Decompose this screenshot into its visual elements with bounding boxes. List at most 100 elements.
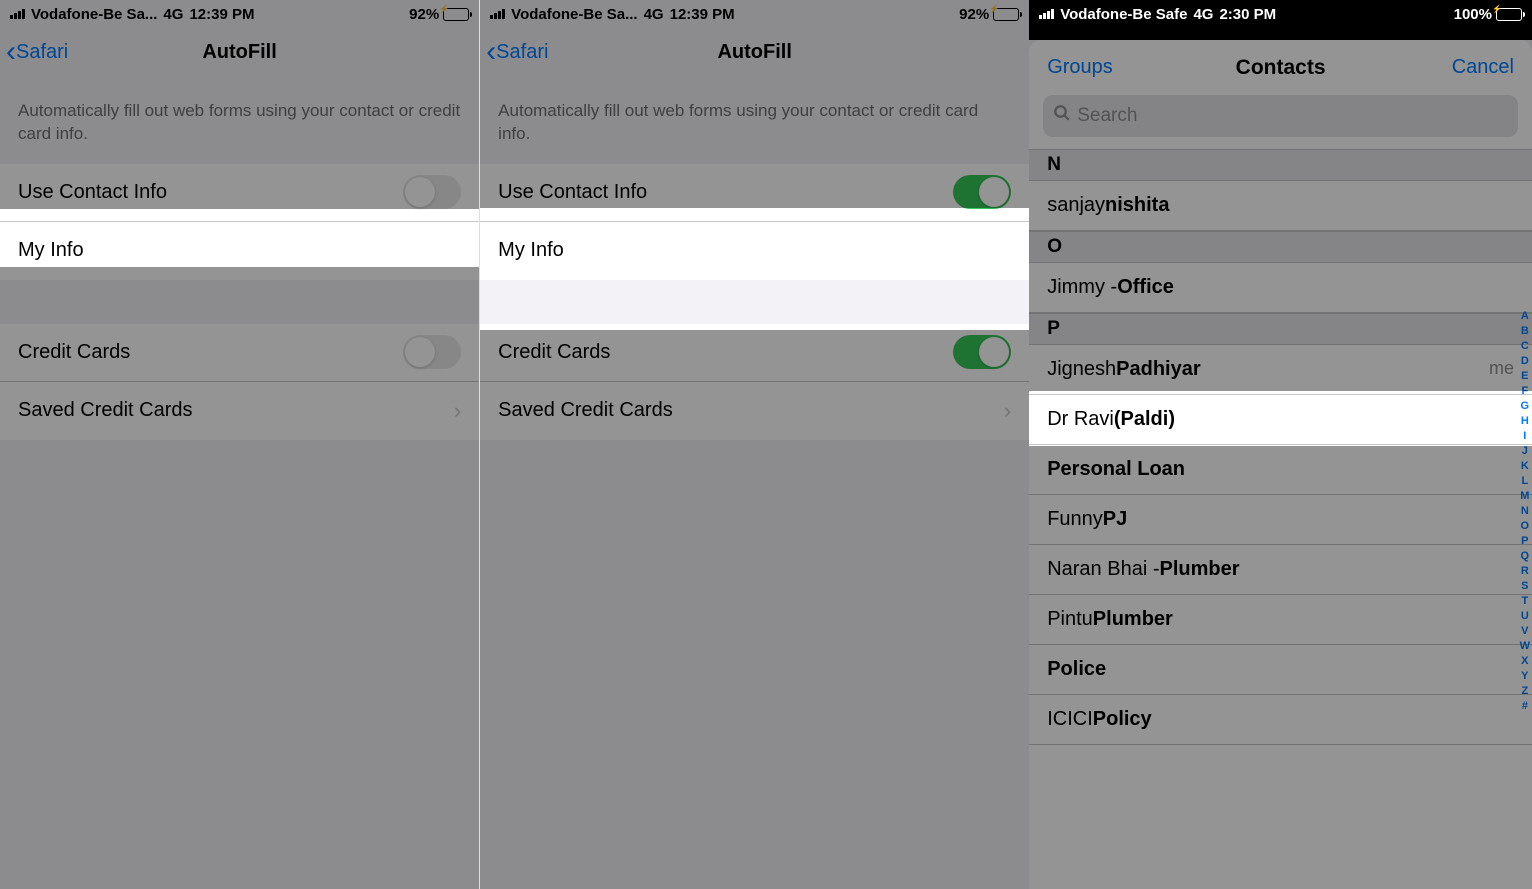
battery-icon: ⚡ [993, 8, 1019, 21]
chevron-left-icon: ‹ [6, 35, 16, 69]
index-letter[interactable]: X [1520, 655, 1530, 667]
index-letter[interactable]: A [1520, 310, 1530, 322]
time: 2:30 PM [1219, 6, 1276, 23]
row-label: Saved Credit Cards [498, 399, 1004, 422]
index-letter[interactable]: C [1520, 340, 1530, 352]
screen-autofill-on: Vodafone-Be Sa... 4G 12:39 PM 92% ⚡ ‹ Sa… [480, 0, 1029, 889]
me-badge: me [1489, 358, 1514, 381]
contact-row[interactable]: Jignesh Padhiyarme [1029, 345, 1532, 395]
index-letter[interactable]: P [1520, 535, 1530, 547]
row-label: My Info [498, 239, 1011, 262]
settings-description: Automatically fill out web forms using y… [0, 76, 479, 164]
section-header: N [1029, 149, 1532, 181]
row-label: Credit Cards [498, 341, 953, 364]
battery-percent: 92% [409, 6, 439, 23]
index-letter[interactable]: J [1520, 445, 1530, 457]
index-letter[interactable]: B [1520, 325, 1530, 337]
battery-percent: 92% [959, 6, 989, 23]
chevron-left-icon: ‹ [486, 35, 496, 69]
my-info-row[interactable]: My Info [0, 222, 479, 280]
contact-row[interactable]: Police [1029, 645, 1532, 695]
contact-row[interactable]: Funny PJ [1029, 495, 1532, 545]
index-letter[interactable]: Z [1520, 685, 1530, 697]
status-bar: Vodafone-Be Safe 4G 2:30 PM 100% ⚡ [1029, 0, 1532, 28]
index-letter[interactable]: F [1520, 385, 1530, 397]
index-letter[interactable]: E [1520, 370, 1530, 382]
battery-icon: ⚡ [443, 8, 469, 21]
back-label: Safari [496, 41, 548, 64]
alpha-index[interactable]: ABCDEFGHIJKLMNOPQRSTUVWXYZ # [1520, 310, 1530, 712]
contact-row[interactable]: Dr Ravi (Paldi) [1029, 395, 1532, 445]
signal-icon [10, 9, 25, 19]
use-contact-toggle[interactable] [403, 175, 461, 209]
index-letter[interactable]: H [1520, 415, 1530, 427]
credit-cards-row[interactable]: Credit Cards [480, 324, 1029, 382]
index-letter[interactable]: K [1520, 460, 1530, 472]
network: 4G [163, 6, 183, 23]
saved-cards-row[interactable]: Saved Credit Cards › [0, 382, 479, 440]
index-letter[interactable]: # [1520, 700, 1530, 712]
nav-bar: ‹ Safari AutoFill [0, 28, 479, 76]
groups-button[interactable]: Groups [1047, 56, 1113, 79]
search-input[interactable]: Search [1043, 95, 1518, 137]
status-bar: Vodafone-Be Sa... 4G 12:39 PM 92% ⚡ [480, 0, 1029, 28]
index-letter[interactable]: M [1520, 490, 1530, 502]
row-label: Use Contact Info [498, 181, 953, 204]
contact-row[interactable]: Pintu Plumber [1029, 595, 1532, 645]
carrier: Vodafone-Be Sa... [31, 6, 157, 23]
cancel-button[interactable]: Cancel [1452, 56, 1514, 79]
status-bar: Vodafone-Be Sa... 4G 12:39 PM 92% ⚡ [0, 0, 479, 28]
index-letter[interactable]: U [1520, 610, 1530, 622]
index-letter[interactable]: R [1520, 565, 1530, 577]
use-contact-toggle[interactable] [953, 175, 1011, 209]
chevron-right-icon: › [454, 398, 461, 424]
time: 12:39 PM [670, 6, 735, 23]
contact-row[interactable]: sanjay nishita [1029, 181, 1532, 231]
row-label: Use Contact Info [18, 181, 403, 204]
network: 4G [1193, 6, 1213, 23]
credit-cards-row[interactable]: Credit Cards [0, 324, 479, 382]
credit-cards-toggle[interactable] [953, 335, 1011, 369]
contact-row[interactable]: ICICI Policy [1029, 695, 1532, 745]
carrier: Vodafone-Be Safe [1060, 6, 1187, 23]
nav-bar: ‹ Safari AutoFill [480, 28, 1029, 76]
contacts-list[interactable]: Nsanjay nishitaOJimmy - OfficePJignesh P… [1029, 149, 1532, 745]
signal-icon [1039, 9, 1054, 19]
search-icon [1053, 104, 1071, 128]
contact-row[interactable]: Jimmy - Office [1029, 263, 1532, 313]
signal-icon [490, 9, 505, 19]
use-contact-info-row[interactable]: Use Contact Info [0, 164, 479, 222]
use-contact-info-row[interactable]: Use Contact Info [480, 164, 1029, 222]
chevron-right-icon: › [1004, 398, 1011, 424]
battery-icon: ⚡ [1496, 8, 1522, 21]
index-letter[interactable]: T [1520, 595, 1530, 607]
battery-percent: 100% [1454, 6, 1492, 23]
section-header: O [1029, 231, 1532, 263]
row-label: My Info [18, 239, 461, 262]
index-letter[interactable]: I [1520, 430, 1530, 442]
index-letter[interactable]: N [1520, 505, 1530, 517]
back-label: Safari [16, 41, 68, 64]
contacts-picker: Groups Contacts Cancel Search Nsanjay ni… [1029, 40, 1532, 889]
saved-cards-row[interactable]: Saved Credit Cards › [480, 382, 1029, 440]
contact-row[interactable]: Naran Bhai - Plumber [1029, 545, 1532, 595]
back-button[interactable]: ‹ Safari [6, 35, 68, 69]
screen-contacts: Vodafone-Be Safe 4G 2:30 PM 100% ⚡ Group… [1029, 0, 1532, 889]
search-placeholder: Search [1077, 105, 1137, 127]
index-letter[interactable]: S [1520, 580, 1530, 592]
screen-autofill-off: Vodafone-Be Sa... 4G 12:39 PM 92% ⚡ ‹ Sa… [0, 0, 480, 889]
back-button[interactable]: ‹ Safari [486, 35, 548, 69]
index-letter[interactable]: Q [1520, 550, 1530, 562]
my-info-row[interactable]: My Info [480, 222, 1029, 280]
credit-cards-toggle[interactable] [403, 335, 461, 369]
contact-row[interactable]: Personal Loan [1029, 445, 1532, 495]
index-letter[interactable]: L [1520, 475, 1530, 487]
index-letter[interactable]: Y [1520, 670, 1530, 682]
index-letter[interactable]: O [1520, 520, 1530, 532]
index-letter[interactable]: G [1520, 400, 1530, 412]
index-letter[interactable]: W [1520, 640, 1530, 652]
page-title: AutoFill [480, 41, 1029, 64]
time: 12:39 PM [189, 6, 254, 23]
index-letter[interactable]: V [1520, 625, 1530, 637]
index-letter[interactable]: D [1520, 355, 1530, 367]
